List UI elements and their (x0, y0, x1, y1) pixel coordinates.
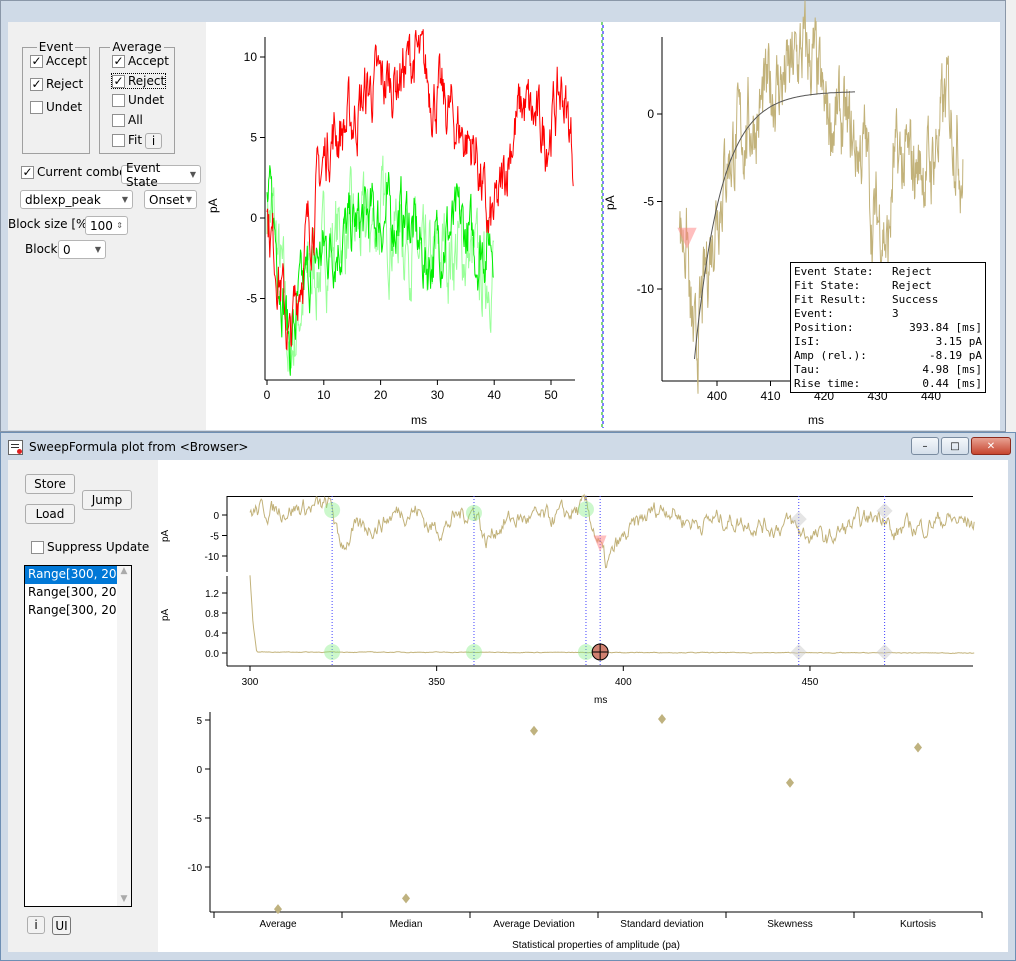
app-icon (8, 440, 23, 455)
event-info-box: Event State: Reject Fit State: Reject Fit Re… (790, 262, 986, 393)
jump-button[interactable]: Jump (82, 490, 132, 510)
window-title: SweepFormula plot from <Browser> (29, 440, 249, 454)
info-row: IsI: 3.15 pA (794, 335, 982, 349)
info-value: 393.84 [ms] (909, 321, 982, 334)
x-tick-label: 30 (431, 388, 445, 402)
list-item[interactable]: Range[300, 2000 (25, 566, 117, 584)
y-tick-label: 10 (244, 50, 258, 64)
info-value: Reject (892, 279, 932, 292)
y-tick-label: 0 (647, 107, 654, 121)
close-button[interactable]: ✕ (971, 437, 1011, 455)
y-tick-label: 5 (250, 131, 257, 145)
ui-button[interactable]: UI (52, 916, 71, 935)
info-key: Amp (rel.): (794, 349, 867, 362)
formula-list[interactable]: Range[300, 2000 Range[300, 2000 Range[30… (24, 565, 132, 907)
info-value: 0.44 [ms] (922, 377, 982, 390)
suppress-update-checkbox[interactable]: Suppress Update (31, 540, 149, 554)
x-axis-label: ms (808, 413, 824, 427)
info-key: Event State: (794, 265, 874, 278)
info-value: 4.98 [ms] (922, 363, 982, 376)
info-value: Reject (892, 265, 932, 278)
info-row: Amp (rel.): -8.19 pA (794, 349, 982, 363)
y-tick-label: -5 (246, 292, 257, 306)
list-item[interactable]: Range[300, 2000 (25, 602, 117, 620)
info-button[interactable]: i (27, 916, 45, 934)
info-row: Event State: Reject (794, 265, 982, 279)
x-tick-label: 40 (488, 388, 502, 402)
info-key: Rise time: (794, 377, 861, 390)
x-tick-label: 50 (544, 388, 558, 402)
y-tick-label: 0 (250, 211, 257, 225)
info-key: Event: (794, 307, 834, 320)
info-key: Fit Result: (794, 293, 867, 306)
y-tick-label: -10 (637, 282, 655, 296)
info-row: Fit State: Reject (794, 279, 982, 293)
checkbox-box (31, 540, 44, 554)
info-value: -8.19 pA (929, 349, 982, 362)
x-tick-label: 400 (707, 389, 727, 403)
info-key: Position: (794, 321, 854, 334)
sweep-plot-area (158, 460, 1008, 952)
scroll-up-icon[interactable]: ▲ (117, 566, 131, 576)
info-row: Rise time: 0.44 [ms] (794, 377, 982, 391)
info-key: Fit State: (794, 279, 861, 292)
x-tick-label: 10 (317, 388, 331, 402)
list-item[interactable]: Range[300, 2000 (25, 584, 117, 602)
load-button[interactable]: Load (25, 504, 75, 524)
event-overlay-plot: pA ms 1050-50 10 20 30 40 50 (206, 29, 575, 427)
info-value: 3 (892, 307, 899, 320)
y-axis-label: pA (206, 198, 220, 213)
info-row: Event: 3 (794, 307, 982, 321)
info-value: 3.15 pA (935, 335, 982, 348)
store-button[interactable]: Store (25, 474, 75, 494)
maximize-button[interactable]: □ (941, 437, 969, 455)
y-tick-label: -5 (643, 195, 654, 209)
y-axis-label: pA (603, 195, 617, 210)
info-value: Success (892, 293, 939, 306)
x-axis-label: ms (411, 413, 427, 427)
x-tick-label: 410 (760, 389, 780, 403)
info-row: Position: 393.84 [ms] (794, 321, 982, 335)
list-scrollbar[interactable]: ▲ ▼ (117, 566, 131, 906)
label: Suppress Update (47, 540, 150, 554)
info-row: Tau: 4.98 [ms] (794, 363, 982, 377)
info-row: Fit Result: Success (794, 293, 982, 307)
x-tick-label: 0 (264, 388, 271, 402)
minimize-button[interactable]: – (911, 437, 939, 455)
scroll-down-icon[interactable]: ▼ (117, 894, 131, 904)
x-tick-label: 20 (374, 388, 388, 402)
info-key: IsI: (794, 335, 821, 348)
info-key: Tau: (794, 363, 821, 376)
accept-trace (266, 29, 574, 351)
